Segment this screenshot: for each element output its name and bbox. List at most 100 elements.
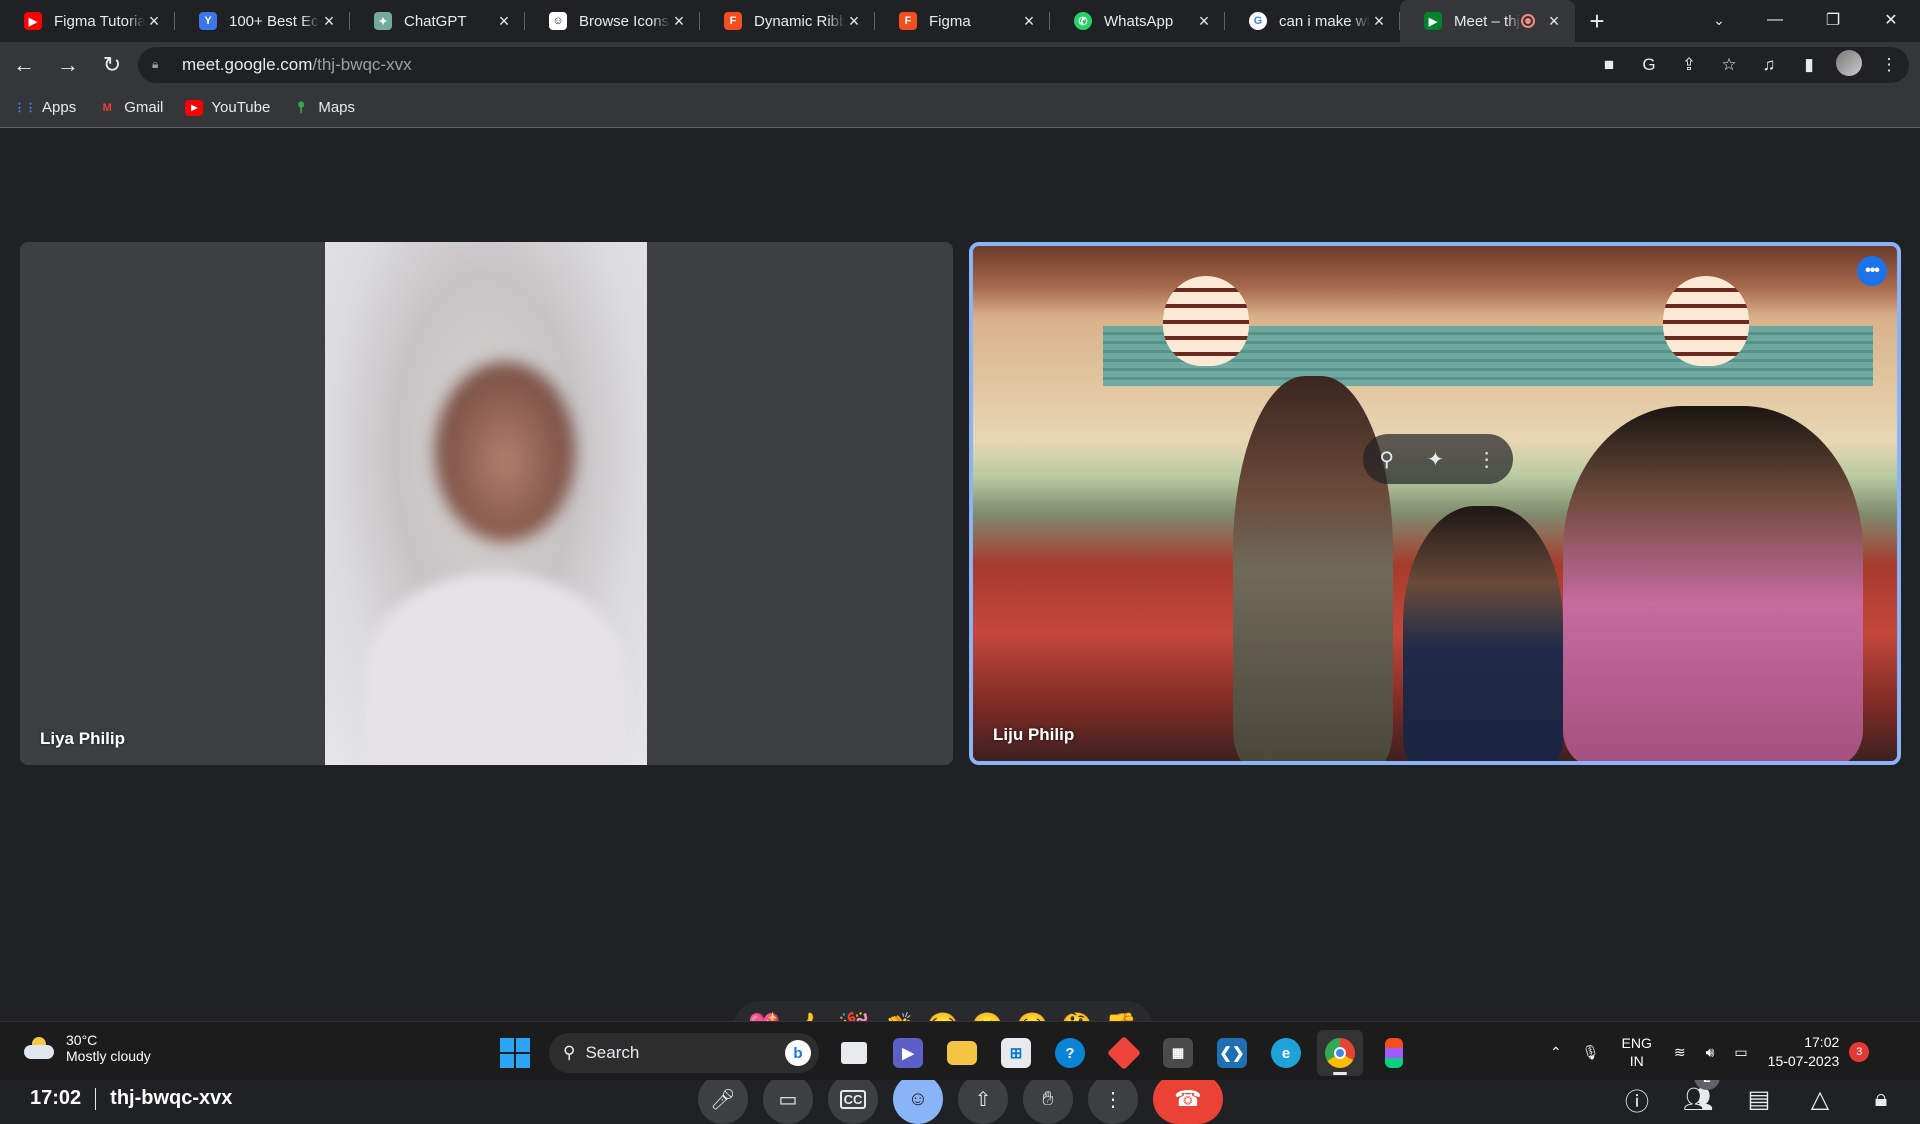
task-view-icon[interactable] — [831, 1030, 877, 1076]
people-button[interactable]: 👥︎ 2 — [1673, 1064, 1723, 1124]
lock-icon[interactable]: 🔒︎ — [152, 57, 166, 73]
reload-button[interactable]: ↻ — [92, 45, 132, 85]
close-tab-icon[interactable]: × — [845, 11, 863, 32]
chrome-menu-icon[interactable]: ⋮ — [1869, 55, 1909, 75]
share-icon[interactable]: ⇪ — [1669, 55, 1709, 75]
back-button[interactable]: ← — [4, 45, 44, 85]
minimize-button[interactable]: — — [1746, 0, 1804, 40]
search-label: Search — [585, 1043, 640, 1062]
forward-button[interactable]: → — [48, 45, 88, 85]
whatsapp-favicon-icon: ✆ — [1074, 12, 1092, 30]
close-tab-icon[interactable]: × — [670, 11, 688, 32]
participant-video — [973, 246, 1897, 761]
tab-best-eco[interactable]: Y 100+ Best Eco × — [175, 0, 350, 42]
tab-title: Dynamic Ribb — [754, 12, 845, 30]
close-tab-icon[interactable]: × — [1195, 11, 1213, 32]
end-call-icon: ☎︎ — [1174, 1086, 1202, 1111]
microphone-button[interactable]: 🎤︎ — [698, 1074, 748, 1124]
wifi-icon[interactable]: ≋ — [1674, 1044, 1686, 1061]
present-screen-icon: ⇧ — [974, 1088, 992, 1111]
close-tab-icon[interactable]: × — [1370, 11, 1388, 32]
side-panel-icon[interactable]: ▮ — [1789, 55, 1829, 75]
present-button[interactable]: ⇧ — [958, 1074, 1008, 1124]
media-controls-icon[interactable]: ♫ — [1749, 55, 1789, 75]
bookmark-gmail[interactable]: M Gmail — [98, 99, 164, 116]
teams-chat-icon[interactable]: ▶ — [885, 1030, 931, 1076]
vscode-icon[interactable]: ❮❯ — [1209, 1030, 1255, 1076]
close-tab-icon[interactable]: × — [1020, 11, 1038, 32]
tab-meet[interactable]: ▶ Meet – thj × — [1400, 0, 1575, 42]
tab-chatgpt[interactable]: ✦ ChatGPT × — [350, 0, 525, 42]
clock-time: 17:02 — [1804, 1034, 1840, 1050]
tab-figma-tutorial[interactable]: ▶ Figma Tutorial × — [0, 0, 175, 42]
close-tab-icon[interactable]: × — [320, 11, 338, 32]
bookmark-apps[interactable]: ⋮⋮ Apps — [14, 99, 76, 116]
restore-button[interactable]: ❐ — [1804, 0, 1862, 40]
google-lens-icon[interactable]: G — [1629, 55, 1669, 75]
more-options-button[interactable]: ⋮ — [1088, 1074, 1138, 1124]
weather-widget[interactable]: 30°C Mostly cloudy — [22, 1032, 151, 1064]
microphone-in-use-icon[interactable]: 🎙︎ — [1582, 1044, 1600, 1061]
address-bar[interactable]: 🔒︎ meet.google.com/thj-bwqc-xvx ■ G ⇪ ☆ … — [138, 47, 1909, 83]
url-path: /thj-bwqc-xvx — [312, 55, 412, 74]
tab-title: Figma — [929, 12, 971, 30]
get-help-icon[interactable]: ? — [1047, 1030, 1093, 1076]
edge-icon[interactable]: e — [1263, 1030, 1309, 1076]
tab-dynamic-ribbon[interactable]: F Dynamic Ribb × — [700, 0, 875, 42]
tab-title: Figma Tutorial — [54, 12, 145, 30]
taskbar-search[interactable]: ⚲ Search b — [549, 1033, 819, 1073]
bookmark-star-icon[interactable]: ☆ — [1709, 55, 1749, 75]
taskbar-clock[interactable]: 17:02 15-07-2023 — [1768, 1033, 1840, 1071]
camera-in-use-icon[interactable]: ■ — [1589, 55, 1629, 75]
visual-effects-icon[interactable]: ✦ — [1427, 447, 1444, 472]
captions-button[interactable]: CC — [828, 1074, 878, 1124]
notification-badge[interactable]: 3 — [1849, 1042, 1870, 1062]
show-hidden-icons-icon[interactable]: ⌃ — [1550, 1044, 1562, 1061]
chat-button[interactable]: ▤ — [1734, 1074, 1784, 1124]
close-tab-icon[interactable]: × — [145, 11, 163, 32]
start-button[interactable] — [495, 1033, 535, 1073]
tile-more-button[interactable]: ••• — [1857, 256, 1887, 286]
microsoft-store-icon[interactable]: ⊞ — [993, 1030, 1039, 1076]
profile-avatar[interactable] — [1829, 49, 1869, 81]
close-window-button[interactable]: ✕ — [1862, 0, 1920, 40]
anydesk-icon[interactable] — [1101, 1030, 1147, 1076]
close-tab-icon[interactable]: × — [495, 11, 513, 32]
leave-call-button[interactable]: ☎︎ — [1153, 1074, 1223, 1124]
battery-icon[interactable]: ▭ — [1734, 1044, 1747, 1061]
meeting-time: 17:02 — [30, 1087, 82, 1109]
calculator-icon[interactable]: ▦ — [1155, 1030, 1201, 1076]
pin-icon[interactable]: ⚲ — [1379, 447, 1394, 472]
more-options-icon[interactable]: ⋮ — [1477, 447, 1497, 472]
meeting-details-button[interactable]: ⓘ — [1612, 1074, 1662, 1124]
tab-whatsapp[interactable]: ✆ WhatsApp × — [1050, 0, 1225, 42]
participant-tile[interactable]: Liya Philip — [20, 242, 953, 765]
activities-button[interactable]: △ — [1795, 1074, 1845, 1124]
participant-tile-active[interactable]: ⚲ ✦ ⋮ ••• Liju Philip — [969, 242, 1901, 765]
volume-icon[interactable]: 🔊︎ — [1706, 1044, 1715, 1061]
tab-figma[interactable]: F Figma × — [875, 0, 1050, 42]
file-explorer-icon[interactable] — [939, 1030, 985, 1076]
tab-google-search[interactable]: G can i make wh × — [1225, 0, 1400, 42]
bookmark-maps[interactable]: 📍︎ Maps — [292, 99, 355, 116]
tile-hover-controls: ⚲ ✦ ⋮ — [1363, 434, 1513, 484]
new-tab-button[interactable]: + — [1575, 0, 1619, 42]
google-favicon-icon: G — [1249, 12, 1267, 30]
camera-button[interactable]: ▭ — [763, 1074, 813, 1124]
bookmark-youtube[interactable]: ▶ YouTube — [185, 99, 270, 116]
bookmarks-bar: ⋮⋮ Apps M Gmail ▶ YouTube 📍︎ Maps — [0, 88, 1920, 128]
chrome-icon[interactable] — [1317, 1030, 1363, 1076]
tab-browse-icons[interactable]: ☺ Browse Icons - × — [525, 0, 700, 42]
tab-search-icon[interactable]: ⌄ — [1705, 8, 1733, 32]
weather-temp: 30°C — [66, 1032, 98, 1048]
input-language[interactable]: ENG IN — [1622, 1034, 1652, 1070]
host-controls-button[interactable]: 🔒︎ — [1856, 1074, 1906, 1124]
figma-icon[interactable] — [1371, 1030, 1417, 1076]
tab-title: Browse Icons - — [579, 12, 670, 30]
reactions-button[interactable]: ☺ — [893, 1074, 943, 1124]
tab-title: ChatGPT — [404, 12, 467, 30]
bing-icon[interactable]: b — [785, 1040, 811, 1066]
close-tab-icon[interactable]: × — [1545, 11, 1563, 32]
raise-hand-button[interactable]: ✋︎ — [1023, 1074, 1073, 1124]
apps-grid-icon: ⋮⋮ — [14, 102, 36, 114]
